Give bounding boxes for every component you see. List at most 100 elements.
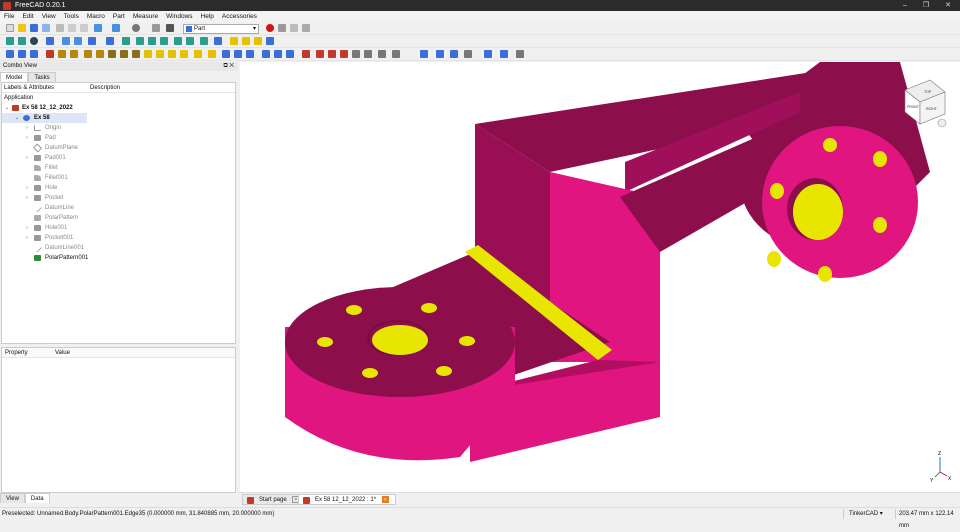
projection-icon[interactable] bbox=[194, 50, 202, 58]
view-bottom-icon[interactable] bbox=[174, 37, 182, 45]
whats-this-icon[interactable] bbox=[166, 24, 174, 32]
check-geometry-icon[interactable] bbox=[302, 50, 310, 58]
chevron-right-icon[interactable]: › bbox=[24, 183, 30, 193]
nav-forward-icon[interactable] bbox=[74, 37, 82, 45]
menu-edit[interactable]: Edit bbox=[18, 13, 37, 20]
new-file-icon[interactable] bbox=[6, 24, 14, 32]
nav-back-icon[interactable] bbox=[62, 37, 70, 45]
isometric-view-icon[interactable] bbox=[46, 37, 54, 45]
open-file-icon[interactable] bbox=[18, 24, 26, 32]
measure-3d-icon[interactable] bbox=[392, 50, 400, 58]
chamfer-icon[interactable] bbox=[96, 50, 104, 58]
attach-icon[interactable] bbox=[500, 50, 508, 58]
loft-icon[interactable] bbox=[120, 50, 128, 58]
cross-sections-icon[interactable] bbox=[156, 50, 164, 58]
fillet-tool-icon[interactable] bbox=[84, 50, 92, 58]
copy-icon[interactable] bbox=[68, 24, 76, 32]
zoom-icon[interactable] bbox=[106, 37, 114, 45]
close-icon[interactable]: × bbox=[381, 495, 389, 503]
fit-selection-icon[interactable] bbox=[18, 37, 26, 45]
macro-record-icon[interactable] bbox=[266, 24, 274, 32]
chevron-right-icon[interactable]: › bbox=[24, 153, 30, 163]
measure-angular-icon[interactable] bbox=[340, 50, 348, 58]
part-sphere-icon[interactable] bbox=[254, 37, 262, 45]
measure-toggle-icon[interactable] bbox=[378, 50, 386, 58]
tree-item-datumline001[interactable]: DatumLine001 bbox=[2, 243, 235, 253]
tab-document[interactable]: Ex 58 12_12_2022 : 1* × bbox=[298, 494, 396, 505]
col-value[interactable]: Value bbox=[52, 348, 70, 357]
thickness-icon[interactable] bbox=[180, 50, 188, 58]
color-icon[interactable] bbox=[436, 50, 444, 58]
save-as-icon[interactable] bbox=[42, 24, 50, 32]
recompute-icon[interactable] bbox=[152, 24, 160, 32]
tab-data[interactable]: Data bbox=[24, 493, 50, 503]
face-icon[interactable] bbox=[464, 50, 472, 58]
chevron-right-icon[interactable]: › bbox=[24, 233, 30, 243]
tree-item-pad001[interactable]: › Pad001 bbox=[2, 153, 235, 163]
tree-item-datumline[interactable]: DatumLine bbox=[2, 203, 235, 213]
tree-item-pocket[interactable]: › Pocket bbox=[2, 193, 235, 203]
menu-macro[interactable]: Macro bbox=[83, 13, 109, 20]
section-icon[interactable] bbox=[144, 50, 152, 58]
col-property[interactable]: Property bbox=[2, 348, 52, 357]
part-box-icon[interactable] bbox=[230, 37, 238, 45]
tree-item-origin[interactable]: › Origin bbox=[2, 123, 235, 133]
3d-viewport[interactable]: TOP FRONT RIGHT Z X Y bbox=[240, 62, 960, 492]
col-labels[interactable]: Labels & Attributes bbox=[2, 83, 88, 92]
menu-measure[interactable]: Measure bbox=[129, 13, 162, 20]
vertex-icon[interactable] bbox=[484, 50, 492, 58]
paste-icon[interactable] bbox=[80, 24, 88, 32]
edge-icon[interactable] bbox=[450, 50, 458, 58]
tree-item-pocket001[interactable]: › Pocket001 bbox=[2, 233, 235, 243]
chevron-right-icon[interactable]: › bbox=[24, 193, 30, 203]
join-icon[interactable] bbox=[274, 50, 282, 58]
tree-item-hole[interactable]: › Hole bbox=[2, 183, 235, 193]
boolean-icon[interactable] bbox=[222, 50, 230, 58]
attachment-icon[interactable] bbox=[420, 50, 428, 58]
undo-icon[interactable] bbox=[94, 24, 102, 32]
offset-icon[interactable] bbox=[168, 50, 176, 58]
chevron-right-icon[interactable]: › bbox=[24, 123, 30, 133]
chevron-down-icon[interactable]: ⌄ bbox=[4, 103, 10, 113]
tree-item-polarpattern001[interactable]: PolarPattern001 bbox=[2, 253, 235, 263]
part-cylinder-icon[interactable] bbox=[242, 37, 250, 45]
revolve-icon[interactable] bbox=[58, 50, 66, 58]
tree-item-body[interactable]: ⌄ Ex 58 bbox=[2, 113, 87, 123]
shape-builder-icon[interactable] bbox=[6, 50, 14, 58]
tree-item-polarpattern[interactable]: PolarPattern bbox=[2, 213, 235, 223]
macro-edit-icon[interactable] bbox=[290, 24, 298, 32]
col-description[interactable]: Description bbox=[88, 83, 120, 92]
view-rear-icon[interactable] bbox=[160, 37, 168, 45]
common-icon[interactable] bbox=[262, 50, 270, 58]
view-left-icon[interactable] bbox=[186, 37, 194, 45]
redo-icon[interactable] bbox=[112, 24, 120, 32]
menu-file[interactable]: File bbox=[0, 13, 18, 20]
menu-windows[interactable]: Windows bbox=[162, 13, 196, 20]
tab-tasks[interactable]: Tasks bbox=[28, 72, 56, 82]
minimize-button[interactable]: – bbox=[894, 0, 916, 11]
tree-item-datumplane[interactable]: DatumPlane bbox=[2, 143, 235, 153]
measure-linear-icon[interactable] bbox=[328, 50, 336, 58]
tab-start-page[interactable]: Start page × bbox=[242, 494, 307, 505]
cut-boolean-icon[interactable] bbox=[234, 50, 242, 58]
mirror-icon[interactable] bbox=[70, 50, 78, 58]
close-button[interactable]: ✕ bbox=[937, 0, 959, 11]
view-right-icon[interactable] bbox=[148, 37, 156, 45]
navigation-style-selector[interactable]: TinkerCAD ▾ bbox=[849, 508, 883, 520]
fit-all-icon[interactable] bbox=[6, 37, 14, 45]
menu-tools[interactable]: Tools bbox=[60, 13, 83, 20]
view-front-icon[interactable] bbox=[122, 37, 130, 45]
ruler-icon[interactable] bbox=[214, 37, 222, 45]
menu-part[interactable]: Part bbox=[109, 13, 129, 20]
workbench-selector[interactable]: Part ▾ bbox=[183, 24, 259, 34]
part-cone-icon[interactable] bbox=[266, 37, 274, 45]
extrude-icon[interactable] bbox=[46, 50, 54, 58]
tab-model[interactable]: Model bbox=[0, 72, 29, 82]
tree-item-fillet001[interactable]: Fillet001 bbox=[2, 173, 235, 183]
tab-view[interactable]: View bbox=[0, 493, 25, 503]
chevron-down-icon[interactable]: ⌄ bbox=[14, 113, 20, 123]
view-measure-icon[interactable] bbox=[200, 37, 208, 45]
defeaturing-icon[interactable] bbox=[316, 50, 324, 58]
measure-clear-icon[interactable] bbox=[364, 50, 372, 58]
chevron-right-icon[interactable]: › bbox=[24, 223, 30, 233]
